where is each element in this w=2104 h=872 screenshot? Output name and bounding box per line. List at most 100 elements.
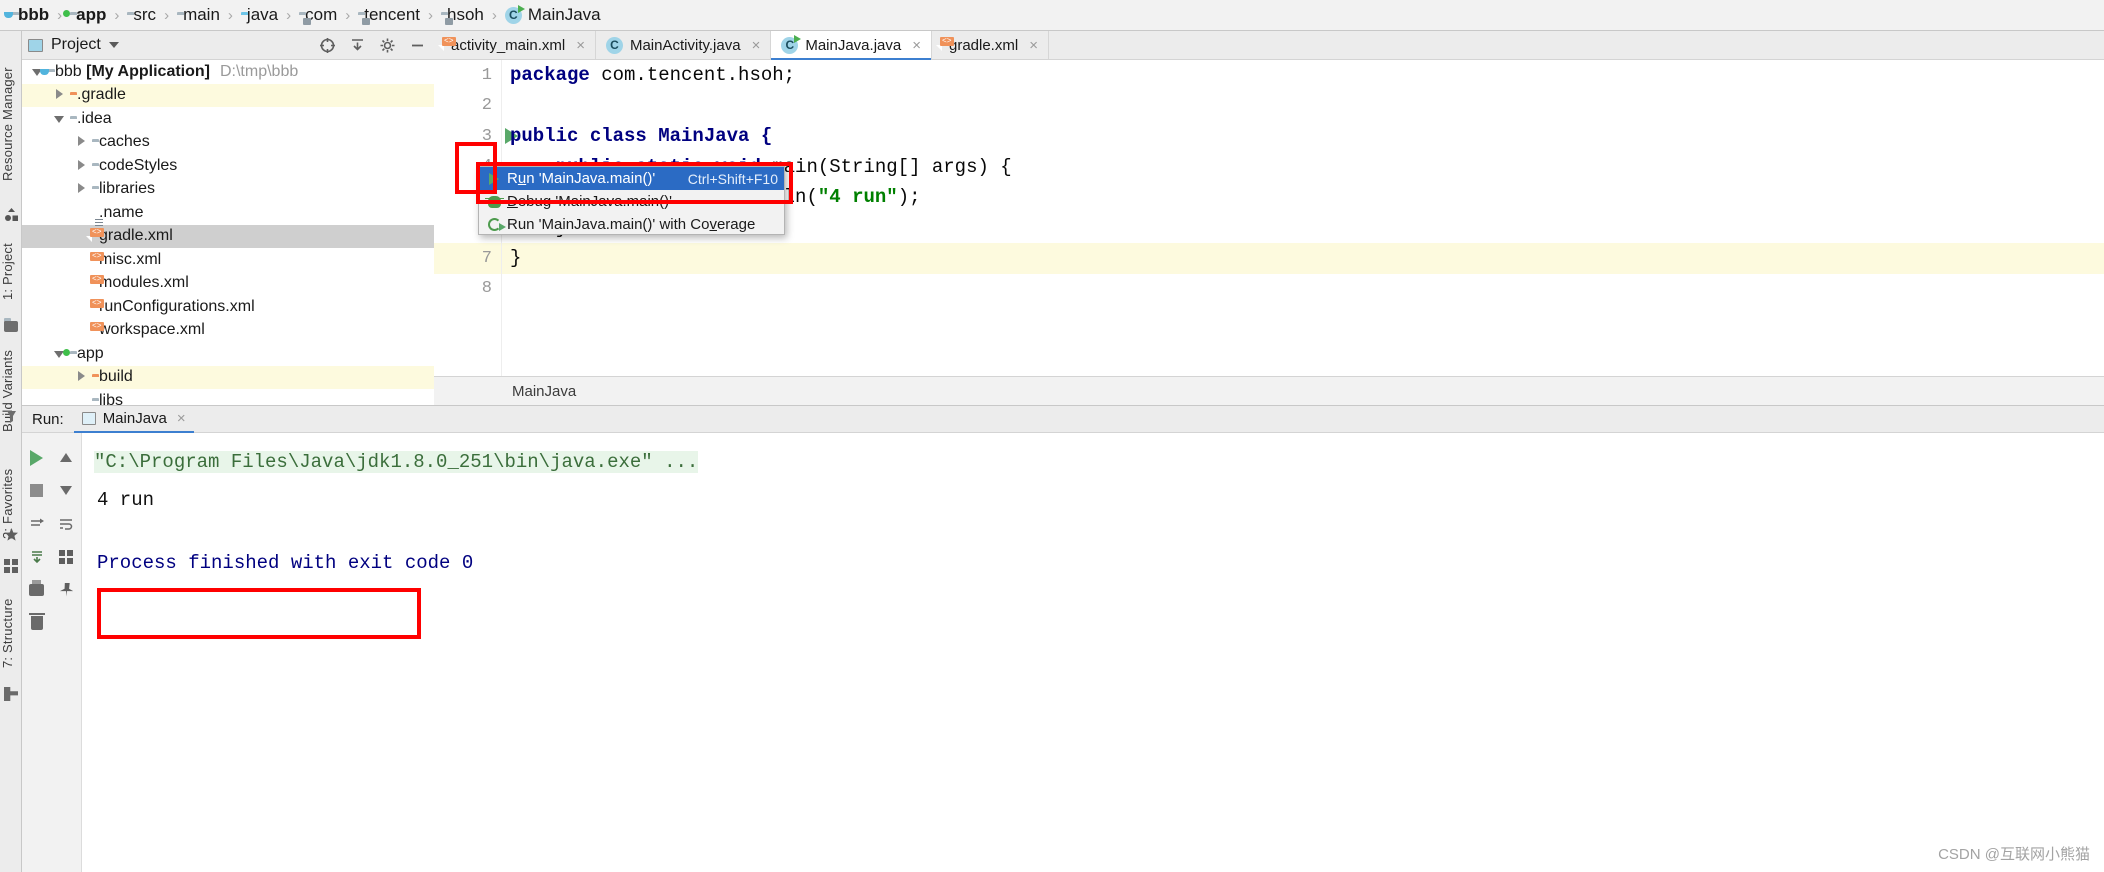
tree-node-modules-xml[interactable]: <> modules.xml (22, 272, 434, 296)
expand-arrow-icon[interactable] (48, 86, 70, 104)
menu-item-run[interactable]: Run 'MainJava.main()' Ctrl+Shift+F10 (479, 167, 784, 190)
scroll-to-end-button[interactable] (22, 540, 52, 573)
console-output[interactable]: "C:\Program Files\Java\jdk1.8.0_251\bin\… (82, 433, 2104, 872)
editor-tab-label: MainActivity.java (629, 36, 741, 54)
sidebar-item-resource-manager[interactable]: Resource Manager (0, 49, 22, 199)
editor-tab-mainjava-java[interactable]: C MainJava.java × (771, 31, 932, 60)
build-variants-icon (4, 409, 19, 424)
debug-bug-icon (484, 195, 504, 208)
tree-node-path: D:\tmp\bbb (219, 62, 299, 80)
close-icon[interactable]: × (576, 37, 585, 54)
breadcrumb-item-hsoh[interactable]: hsoh (439, 0, 486, 31)
expand-arrow-icon[interactable] (70, 368, 92, 386)
chevron-down-icon[interactable] (108, 42, 119, 48)
breadcrumb-item-bbb[interactable]: bbb (4, 0, 51, 31)
tree-node--name[interactable]: .name (22, 201, 434, 225)
breadcrumb-item-tencent[interactable]: tencent (356, 0, 422, 31)
breadcrumb-item-com[interactable]: com (297, 0, 339, 31)
project-view-icon (28, 38, 43, 52)
run-config-icon (81, 411, 96, 425)
menu-item-run-with-coverage[interactable]: Run 'MainJava.main()' with Coverage (479, 213, 784, 236)
breadcrumb-label: tencent (364, 5, 420, 24)
run-green-arrow-icon (485, 172, 503, 185)
run-window-header: Run: MainJava × (22, 405, 2104, 433)
tree-node-gradle-xml[interactable]: <> gradle.xml (22, 224, 434, 248)
tree-node-build[interactable]: build (22, 365, 434, 389)
tree-node-codestyles[interactable]: codeStyles (22, 154, 434, 178)
project-tree[interactable]: bbb [My Application] D:\tmp\bbb .gradle .id… (22, 60, 434, 405)
breadcrumb-label: java (246, 5, 279, 24)
close-icon[interactable]: × (912, 37, 921, 54)
menu-item-debug-label: Debug 'MainJava.main()' (507, 193, 672, 210)
favorites-star-icon (4, 527, 19, 542)
tree-node-caches[interactable]: caches (22, 131, 434, 155)
menu-item-run-label: Run 'MainJava.main()' (507, 170, 656, 187)
console-line-exit-status: Process finished with exit code 0 (97, 551, 474, 574)
breadcrumb-item-java[interactable]: java (239, 0, 280, 31)
tree-node-label: libraries (99, 180, 156, 198)
sidebar-item-structure[interactable]: 7: Structure (0, 579, 22, 687)
up-stack-button[interactable] (52, 441, 82, 474)
locate-icon[interactable] (316, 34, 338, 56)
settings-gear-icon[interactable] (376, 34, 398, 56)
tree-node--gradle[interactable]: .gradle (22, 83, 434, 107)
sidebar-item-project[interactable]: 1: Project (0, 227, 22, 317)
pin-button[interactable] (52, 573, 82, 606)
menu-item-run-shortcut: Ctrl+Shift+F10 (687, 170, 778, 187)
structure-grid-icon (4, 559, 19, 574)
editor-tab-gradle-xml[interactable]: <> gradle.xml × (932, 31, 1049, 59)
run-tab-mainjava[interactable]: MainJava × (73, 406, 194, 433)
tree-node-runconfigurations-xml[interactable]: <> runConfigurations.xml (22, 295, 434, 319)
sidebar-item-favorites[interactable]: 2: Favorites (0, 449, 22, 559)
expand-arrow-icon[interactable] (70, 180, 92, 198)
tree-node-label: app (77, 344, 104, 362)
editor-tab-bar[interactable]: <> activity_main.xml × C MainActivity.java × C… (434, 31, 2104, 60)
console-line-program-output: 4 run (97, 488, 155, 511)
code-line: package com.tencent.hsoh; (510, 64, 796, 87)
breadcrumb-separator: › (491, 6, 497, 24)
close-icon[interactable]: × (177, 410, 186, 427)
editor-tab-label: activity_main.xml (451, 36, 566, 54)
editor-tab-activity-main-xml[interactable]: <> activity_main.xml × (434, 31, 596, 59)
breadcrumb-separator: › (57, 6, 63, 24)
collapse-all-icon[interactable] (346, 34, 368, 56)
breadcrumb-separator: › (164, 6, 170, 24)
down-stack-button[interactable] (52, 474, 82, 507)
editor-tab-mainactivity-java[interactable]: C MainActivity.java × (596, 31, 772, 59)
breadcrumb-item-app[interactable]: app (63, 0, 108, 31)
tree-node--idea[interactable]: .idea (22, 107, 434, 131)
soft-wrap-button[interactable] (52, 507, 82, 540)
clear-all-button[interactable] (22, 606, 52, 639)
stop-button[interactable] (22, 474, 52, 507)
breadcrumb-navbar: bbb › app › src › main › java › com › tencent › hsoh › C… (0, 0, 2104, 31)
rerun-failed-button[interactable] (22, 507, 52, 540)
breadcrumb-item-mainjava[interactable]: C MainJava (503, 0, 603, 31)
print-button[interactable] (22, 573, 52, 606)
tree-node-workspace-xml[interactable]: <> workspace.xml (22, 319, 434, 343)
tree-node-bbb[interactable]: bbb [My Application] D:\tmp\bbb (22, 60, 434, 84)
tree-node-libs[interactable]: libs (22, 389, 434, 405)
tree-node-misc-xml[interactable]: <> misc.xml (22, 248, 434, 272)
breadcrumb-item-main[interactable]: main (175, 0, 222, 31)
grid-button[interactable] (52, 540, 82, 573)
menu-item-debug[interactable]: Debug 'MainJava.main()' (479, 190, 784, 213)
editor-breadcrumb-label: MainJava (512, 382, 577, 400)
run-context-menu[interactable]: Run 'MainJava.main()' Ctrl+Shift+F10 Deb… (478, 166, 785, 235)
tree-node-app[interactable]: app (22, 342, 434, 366)
close-icon[interactable]: × (752, 37, 761, 54)
sidebar-item-build-variants[interactable]: Build Variants (0, 331, 22, 451)
rerun-button[interactable] (22, 441, 52, 474)
hide-panel-icon[interactable] (406, 34, 428, 56)
breadcrumb-separator: › (227, 6, 233, 24)
close-icon[interactable]: × (1029, 37, 1038, 54)
breadcrumb-item-src[interactable]: src (125, 0, 158, 31)
collapse-arrow-icon[interactable] (48, 110, 70, 128)
watermark: CSDN @互联网小熊猫 (1938, 846, 2090, 863)
gutter-line-number: 1 (481, 65, 492, 85)
tree-node-libraries[interactable]: libraries (22, 178, 434, 202)
expand-arrow-icon[interactable] (70, 157, 92, 175)
expand-arrow-icon[interactable] (70, 133, 92, 151)
run-window-toolbar[interactable] (22, 433, 82, 872)
breadcrumb-label: MainJava (527, 5, 601, 24)
